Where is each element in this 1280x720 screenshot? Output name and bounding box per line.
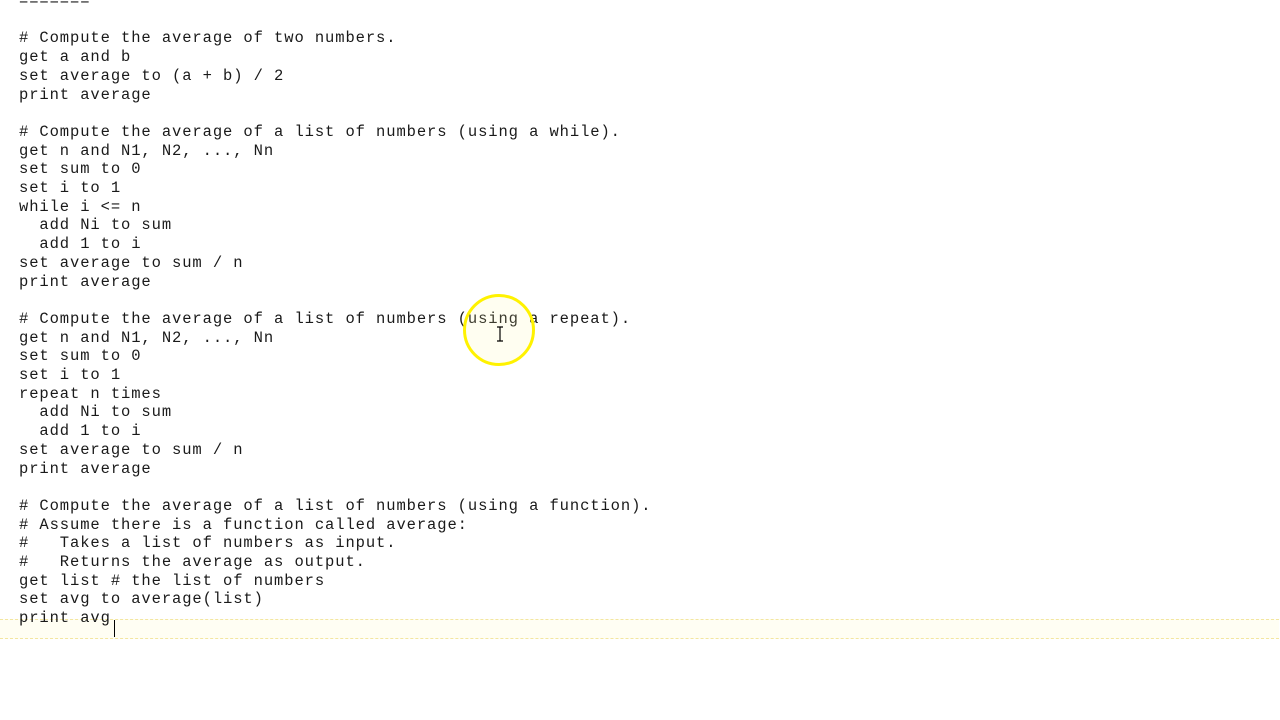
code-line[interactable]: print average bbox=[19, 460, 152, 479]
code-line[interactable]: # Compute the average of a list of numbe… bbox=[19, 123, 621, 142]
code-line[interactable]: # Returns the average as output. bbox=[19, 553, 366, 572]
code-line[interactable]: get a and b bbox=[19, 48, 131, 67]
code-line[interactable]: print average bbox=[19, 86, 152, 105]
code-line[interactable]: # Compute the average of a list of numbe… bbox=[19, 310, 631, 329]
code-line[interactable]: set sum to 0 bbox=[19, 160, 141, 179]
code-line[interactable]: set average to (a + b) / 2 bbox=[19, 67, 284, 86]
code-line[interactable]: print avg bbox=[19, 609, 111, 628]
code-line[interactable]: while i <= n bbox=[19, 198, 141, 217]
text-editor[interactable]: ======= # Compute the average of two numb… bbox=[0, 0, 1280, 720]
code-line[interactable]: add Ni to sum bbox=[19, 216, 172, 235]
code-line[interactable]: # Compute the average of a list of numbe… bbox=[19, 497, 652, 516]
code-line[interactable]: set average to sum / n bbox=[19, 441, 243, 460]
code-line[interactable]: get n and N1, N2, ..., Nn bbox=[19, 329, 274, 348]
code-line[interactable]: # Takes a list of numbers as input. bbox=[19, 534, 396, 553]
code-line[interactable]: set avg to average(list) bbox=[19, 590, 264, 609]
code-line[interactable]: # Compute the average of two numbers. bbox=[19, 29, 396, 48]
code-line[interactable]: ======= bbox=[19, 0, 90, 11]
mouse-cursor-highlight bbox=[463, 294, 535, 366]
code-line[interactable]: add Ni to sum bbox=[19, 403, 172, 422]
code-line[interactable]: set sum to 0 bbox=[19, 347, 141, 366]
code-line[interactable]: # Assume there is a function called aver… bbox=[19, 516, 468, 535]
current-line-highlight bbox=[0, 619, 1279, 639]
code-line[interactable]: add 1 to i bbox=[19, 422, 141, 441]
code-line[interactable]: set i to 1 bbox=[19, 179, 121, 198]
code-line[interactable]: repeat n times bbox=[19, 385, 162, 404]
text-caret bbox=[114, 620, 115, 637]
code-line[interactable]: set i to 1 bbox=[19, 366, 121, 385]
code-line[interactable]: set average to sum / n bbox=[19, 254, 243, 273]
code-line[interactable]: get list # the list of numbers bbox=[19, 572, 325, 591]
code-line[interactable]: print average bbox=[19, 273, 152, 292]
code-line[interactable]: get n and N1, N2, ..., Nn bbox=[19, 142, 274, 161]
code-line[interactable]: add 1 to i bbox=[19, 235, 141, 254]
